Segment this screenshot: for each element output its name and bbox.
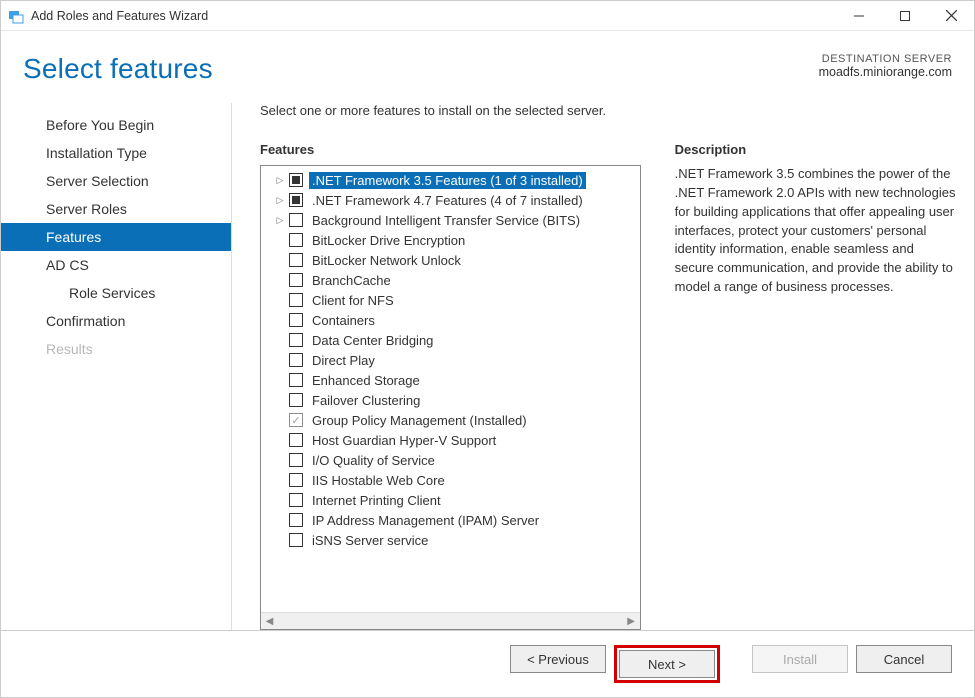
- feature-label[interactable]: Enhanced Storage: [309, 372, 423, 389]
- feature-label[interactable]: .NET Framework 3.5 Features (1 of 3 inst…: [309, 172, 586, 189]
- install-button[interactable]: Install: [752, 645, 848, 673]
- feature-row[interactable]: Internet Printing Client: [265, 490, 640, 510]
- minimize-button[interactable]: [836, 1, 882, 31]
- feature-checkbox[interactable]: [289, 213, 303, 227]
- nav-item-confirmation[interactable]: Confirmation: [1, 307, 231, 335]
- cancel-button[interactable]: Cancel: [856, 645, 952, 673]
- feature-label[interactable]: IP Address Management (IPAM) Server: [309, 512, 542, 529]
- nav-item-installation-type[interactable]: Installation Type: [1, 139, 231, 167]
- scroll-right-icon[interactable]: ▶: [623, 616, 640, 627]
- feature-checkbox[interactable]: [289, 473, 303, 487]
- feature-row[interactable]: Direct Play: [265, 350, 640, 370]
- next-button[interactable]: Next >: [619, 650, 715, 678]
- expand-arrow-icon[interactable]: ▷: [273, 215, 287, 226]
- feature-row[interactable]: Containers: [265, 310, 640, 330]
- wizard-nav: Before You BeginInstallation TypeServer …: [1, 103, 231, 630]
- nav-item-server-selection[interactable]: Server Selection: [1, 167, 231, 195]
- feature-label[interactable]: BitLocker Drive Encryption: [309, 232, 468, 249]
- expand-arrow-icon[interactable]: ▷: [273, 175, 287, 186]
- feature-checkbox[interactable]: [289, 533, 303, 547]
- feature-checkbox[interactable]: [289, 313, 303, 327]
- feature-checkbox[interactable]: [289, 373, 303, 387]
- feature-checkbox[interactable]: [289, 353, 303, 367]
- feature-label[interactable]: Data Center Bridging: [309, 332, 436, 349]
- nav-item-features[interactable]: Features: [1, 223, 231, 251]
- feature-row[interactable]: BranchCache: [265, 270, 640, 290]
- feature-row[interactable]: ▷ Background Intelligent Transfer Service…: [265, 210, 640, 230]
- feature-checkbox[interactable]: [289, 433, 303, 447]
- instruction-text: Select one or more features to install o…: [260, 103, 956, 118]
- feature-label[interactable]: Internet Printing Client: [309, 492, 444, 509]
- feature-checkbox[interactable]: [289, 333, 303, 347]
- feature-row[interactable]: Failover Clustering: [265, 390, 640, 410]
- feature-checkbox[interactable]: [289, 453, 303, 467]
- nav-item-ad-cs[interactable]: AD CS: [1, 251, 231, 279]
- feature-label[interactable]: BranchCache: [309, 272, 394, 289]
- feature-label[interactable]: Group Policy Management (Installed): [309, 412, 530, 429]
- features-listbox[interactable]: ▷ .NET Framework 3.5 Features (1 of 3 ins…: [260, 165, 641, 630]
- feature-label[interactable]: Direct Play: [309, 352, 378, 369]
- nav-item-results: Results: [1, 335, 231, 363]
- feature-checkbox[interactable]: [289, 513, 303, 527]
- feature-label[interactable]: iSNS Server service: [309, 532, 431, 549]
- features-scroll[interactable]: ▷ .NET Framework 3.5 Features (1 of 3 ins…: [261, 166, 640, 612]
- footer: < Previous Next > Install Cancel: [1, 630, 974, 697]
- destination-info: DESTINATION SERVER moadfs.miniorange.com: [819, 53, 952, 79]
- app-icon: [7, 7, 25, 25]
- description-heading: Description: [675, 142, 956, 157]
- feature-row[interactable]: BitLocker Network Unlock: [265, 250, 640, 270]
- feature-row[interactable]: Host Guardian Hyper-V Support: [265, 430, 640, 450]
- feature-label[interactable]: IIS Hostable Web Core: [309, 472, 448, 489]
- expand-arrow-icon[interactable]: ▷: [273, 195, 287, 206]
- title-bar: Add Roles and Features Wizard: [1, 1, 974, 31]
- feature-label[interactable]: Client for NFS: [309, 292, 397, 309]
- feature-checkbox[interactable]: [289, 273, 303, 287]
- header-row: Select features DESTINATION SERVER moadf…: [1, 31, 974, 85]
- feature-row[interactable]: ▷ .NET Framework 4.7 Features (4 of 7 ins…: [265, 190, 640, 210]
- feature-checkbox[interactable]: [289, 393, 303, 407]
- feature-label[interactable]: Host Guardian Hyper-V Support: [309, 432, 499, 449]
- feature-row[interactable]: BitLocker Drive Encryption: [265, 230, 640, 250]
- nav-item-before-you-begin[interactable]: Before You Begin: [1, 111, 231, 139]
- feature-checkbox[interactable]: [289, 233, 303, 247]
- feature-label[interactable]: Failover Clustering: [309, 392, 423, 409]
- scroll-left-icon[interactable]: ◀: [261, 616, 278, 627]
- feature-row[interactable]: iSNS Server service: [265, 530, 640, 550]
- next-button-highlight: Next >: [614, 645, 720, 683]
- features-heading: Features: [260, 142, 641, 157]
- feature-row[interactable]: IP Address Management (IPAM) Server: [265, 510, 640, 530]
- nav-item-server-roles[interactable]: Server Roles: [1, 195, 231, 223]
- feature-row[interactable]: Data Center Bridging: [265, 330, 640, 350]
- feature-label[interactable]: BitLocker Network Unlock: [309, 252, 464, 269]
- feature-checkbox: [289, 413, 303, 427]
- feature-label[interactable]: Containers: [309, 312, 378, 329]
- destination-server: moadfs.miniorange.com: [819, 65, 952, 79]
- feature-row[interactable]: Enhanced Storage: [265, 370, 640, 390]
- close-button[interactable]: [928, 1, 974, 31]
- feature-row[interactable]: Client for NFS: [265, 290, 640, 310]
- horizontal-scrollbar[interactable]: ◀ ▶: [261, 612, 640, 629]
- feature-checkbox[interactable]: [289, 253, 303, 267]
- maximize-button[interactable]: [882, 1, 928, 31]
- description-text: .NET Framework 3.5 combines the power of…: [675, 165, 956, 297]
- feature-checkbox[interactable]: [289, 293, 303, 307]
- feature-label[interactable]: I/O Quality of Service: [309, 452, 438, 469]
- feature-row[interactable]: I/O Quality of Service: [265, 450, 640, 470]
- destination-label: DESTINATION SERVER: [819, 53, 952, 65]
- nav-item-role-services[interactable]: Role Services: [1, 279, 231, 307]
- previous-button[interactable]: < Previous: [510, 645, 606, 673]
- feature-row[interactable]: IIS Hostable Web Core: [265, 470, 640, 490]
- feature-checkbox[interactable]: [289, 173, 303, 187]
- feature-label[interactable]: Background Intelligent Transfer Service …: [309, 212, 583, 229]
- page-title: Select features: [23, 53, 819, 85]
- window-title: Add Roles and Features Wizard: [31, 9, 208, 23]
- feature-row[interactable]: Group Policy Management (Installed): [265, 410, 640, 430]
- feature-checkbox[interactable]: [289, 193, 303, 207]
- feature-label[interactable]: .NET Framework 4.7 Features (4 of 7 inst…: [309, 192, 586, 209]
- feature-row[interactable]: ▷ .NET Framework 3.5 Features (1 of 3 ins…: [265, 170, 640, 190]
- feature-checkbox[interactable]: [289, 493, 303, 507]
